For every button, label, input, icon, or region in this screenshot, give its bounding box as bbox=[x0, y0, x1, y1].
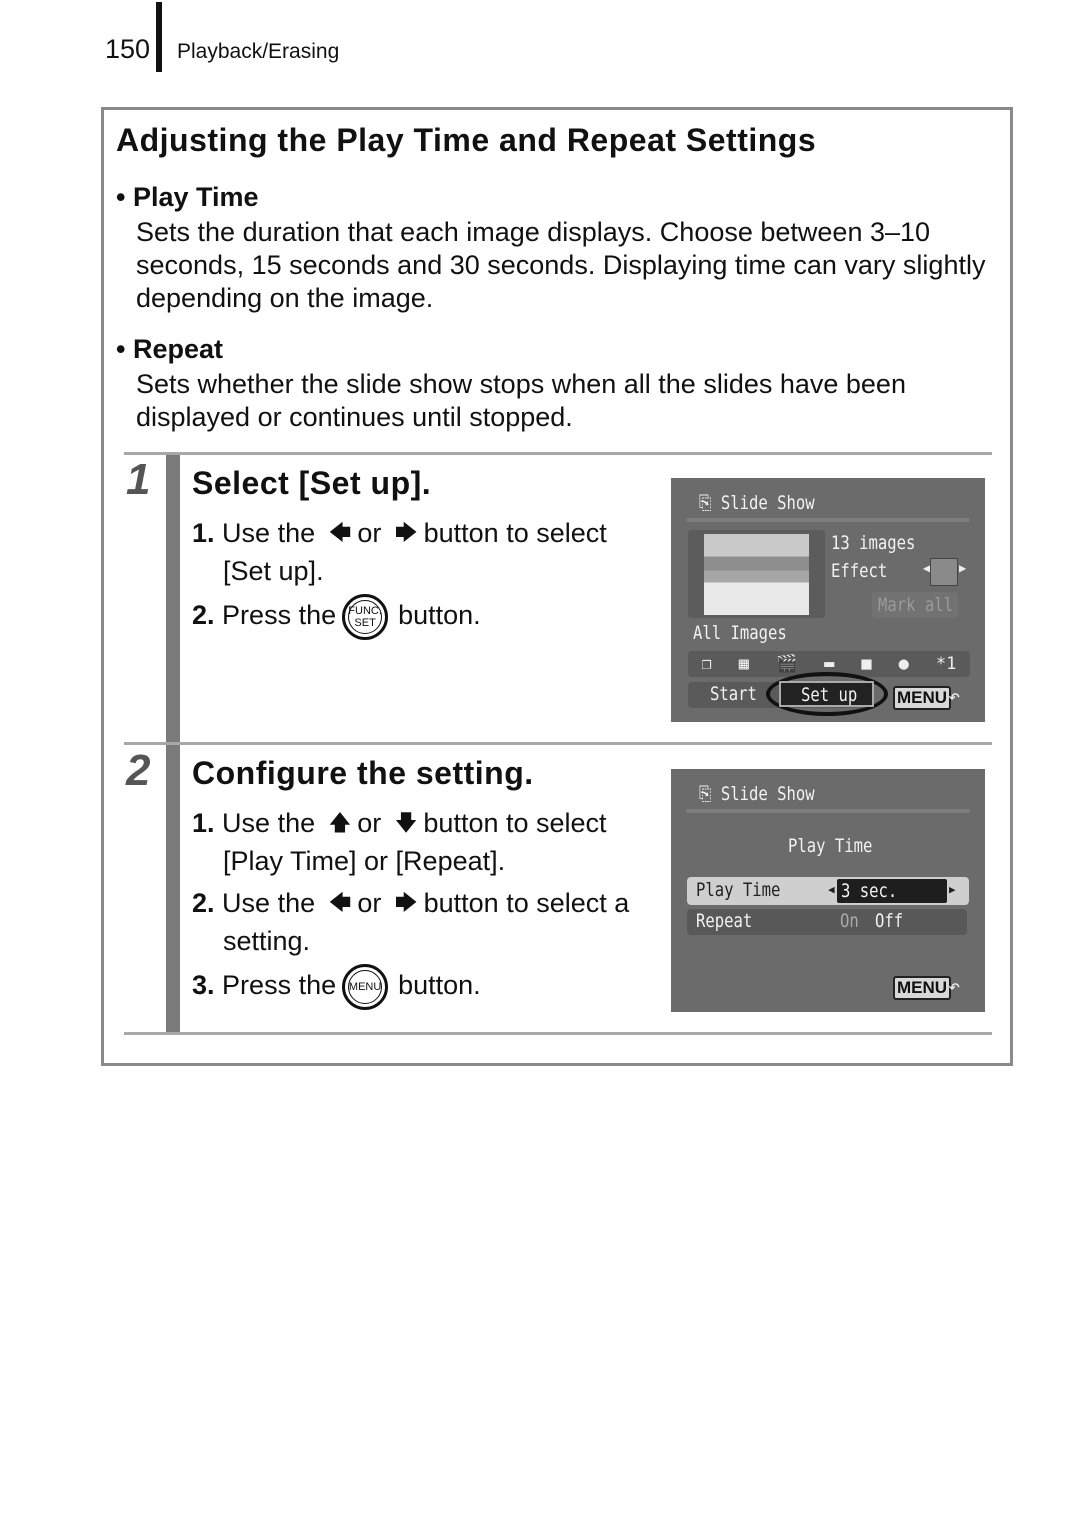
instruction-text: or bbox=[357, 518, 382, 548]
instruction-text: or bbox=[357, 888, 382, 918]
beach-photo-thumbnail bbox=[704, 534, 809, 615]
right-arrow-icon: 🡆 bbox=[394, 520, 418, 545]
play-time-value: 3 sec. bbox=[841, 880, 898, 902]
filter-label: All Images bbox=[693, 622, 787, 644]
bullet-heading-play-time: • Play Time bbox=[116, 182, 259, 212]
value-right-arrow-icon[interactable]: ▶ bbox=[949, 883, 956, 896]
slideshow-icon: ⎘ bbox=[699, 492, 712, 514]
divider bbox=[124, 1032, 992, 1035]
menu-badge: MENU bbox=[893, 976, 952, 1000]
instruction-text: button to select a bbox=[423, 888, 630, 918]
back-arrow-icon: ↶ bbox=[948, 974, 961, 998]
func-set-button-icon: FUNC. SET bbox=[342, 594, 389, 640]
effect-label: Effect bbox=[831, 560, 888, 582]
instruction-text: Use the bbox=[222, 518, 316, 548]
left-arrow-icon: 🡄 bbox=[328, 520, 352, 545]
instruction-text: [Set up]. bbox=[223, 556, 324, 586]
step-heading: Select [Set up]. bbox=[192, 465, 432, 501]
custom-icon[interactable]: *1 bbox=[936, 654, 956, 674]
camera-screen-settings: ⎘ Slide Show Play Time Play Time ◀ 3 sec… bbox=[671, 769, 985, 1012]
left-arrow-icon: 🡄 bbox=[328, 890, 352, 915]
value-left-arrow-icon[interactable]: ◀ bbox=[828, 883, 835, 896]
folder-icon[interactable]: ▬ bbox=[824, 654, 834, 674]
header-divider bbox=[156, 2, 162, 72]
step-bar bbox=[166, 745, 180, 1032]
instruction-text: Use the bbox=[222, 808, 316, 838]
down-arrow-icon: 🡇 bbox=[394, 810, 418, 835]
bullet-heading-repeat: • Repeat bbox=[116, 334, 223, 364]
instruction-text: Use the bbox=[222, 888, 316, 918]
instruction-text: or bbox=[357, 808, 382, 838]
instruction-text: button. bbox=[398, 600, 481, 631]
instruction-number: 1. bbox=[192, 518, 215, 548]
repeat-off-option[interactable]: Off bbox=[875, 910, 903, 932]
instruction-text: Press the bbox=[222, 970, 337, 1001]
screen-title: ⎘ Slide Show bbox=[699, 783, 815, 805]
divider bbox=[124, 742, 992, 745]
play-time-label: Play Time bbox=[696, 879, 781, 901]
repeat-row[interactable]: Repeat On Off bbox=[687, 909, 967, 935]
slideshow-icon: ⎘ bbox=[699, 783, 712, 805]
step-instruction: 2. Press the FUNC. SET button. bbox=[192, 594, 481, 640]
instruction-number: 2. bbox=[192, 888, 215, 918]
play-time-row[interactable]: Play Time ◀ 3 sec. ▶ bbox=[687, 877, 969, 905]
screen-title-text: Slide Show bbox=[720, 783, 815, 805]
camera-screen-slideshow: ⎘ Slide Show 13 images Effect ◀ ▶ Mark a… bbox=[671, 478, 985, 722]
divider bbox=[686, 809, 970, 813]
screen-title-text: Slide Show bbox=[720, 492, 815, 514]
screen-subtitle: Play Time bbox=[788, 835, 873, 857]
repeat-on-option[interactable]: On bbox=[840, 910, 859, 932]
set-up-button[interactable]: Set up bbox=[779, 681, 874, 707]
step-instruction: 3. Press the MENU button. bbox=[192, 964, 481, 1010]
effect-right-arrow-icon[interactable]: ▶ bbox=[959, 561, 966, 575]
step-instruction: 1. Use the 🡄 or 🡆 button to select [Set up… bbox=[192, 514, 607, 590]
image-count: 13 images bbox=[831, 532, 916, 554]
bullet-text-play-time: Sets the duration that each image displa… bbox=[136, 217, 986, 313]
all-images-icon[interactable]: ❐ bbox=[702, 654, 712, 674]
section-name: Playback/Erasing bbox=[177, 40, 340, 63]
thumbnail-frame bbox=[688, 530, 825, 618]
menu-badge: MENU bbox=[893, 686, 952, 710]
repeat-label: Repeat bbox=[696, 910, 753, 932]
camera-icon[interactable]: ● bbox=[899, 654, 909, 674]
calendar-icon[interactable]: ▦ bbox=[739, 654, 749, 674]
menu-button-icon: MENU bbox=[342, 964, 389, 1010]
bullet-text-repeat: Sets whether the slide show stops when a… bbox=[136, 369, 906, 432]
movie-icon[interactable]: ■ bbox=[861, 654, 871, 674]
instruction-text: button to select bbox=[423, 518, 607, 548]
play-time-value-box[interactable]: 3 sec. bbox=[837, 879, 947, 903]
step-instruction: 1. Use the 🡅 or 🡇 button to select [Play T… bbox=[192, 804, 607, 880]
mark-all-button[interactable]: Mark all bbox=[872, 592, 958, 618]
instruction-text: [Play Time] or [Repeat]. bbox=[223, 846, 506, 876]
up-arrow-icon: 🡅 bbox=[328, 810, 352, 835]
instruction-text: button. bbox=[398, 970, 481, 1001]
step-number: 2 bbox=[126, 746, 151, 795]
start-label: Start bbox=[710, 683, 757, 705]
instruction-text: setting. bbox=[223, 926, 311, 956]
section-title: Adjusting the Play Time and Repeat Setti… bbox=[116, 122, 817, 158]
category-icon[interactable]: 🎬 bbox=[776, 654, 797, 674]
step-number: 1 bbox=[126, 455, 151, 504]
divider bbox=[686, 518, 970, 522]
instruction-number: 1. bbox=[192, 808, 215, 838]
page-number: 150 bbox=[105, 34, 151, 64]
effect-icon[interactable] bbox=[930, 558, 958, 586]
mark-all-label: Mark all bbox=[878, 594, 954, 616]
instruction-number: 2. bbox=[192, 600, 215, 631]
instruction-number: 3. bbox=[192, 970, 215, 1001]
instruction-text: Press the bbox=[222, 600, 337, 631]
step-bar bbox=[166, 455, 180, 742]
step-instruction: 2. Use the 🡄 or 🡆 button to select a setti… bbox=[192, 884, 629, 960]
instruction-text: button to select bbox=[423, 808, 607, 838]
set-up-label: Set up bbox=[801, 684, 858, 706]
content-box: Adjusting the Play Time and Repeat Setti… bbox=[101, 107, 1013, 1066]
back-arrow-icon: ↶ bbox=[948, 684, 961, 708]
divider bbox=[124, 452, 992, 455]
step-heading: Configure the setting. bbox=[192, 755, 534, 791]
right-arrow-icon: 🡆 bbox=[394, 890, 418, 915]
screen-title: ⎘ Slide Show bbox=[699, 492, 815, 514]
